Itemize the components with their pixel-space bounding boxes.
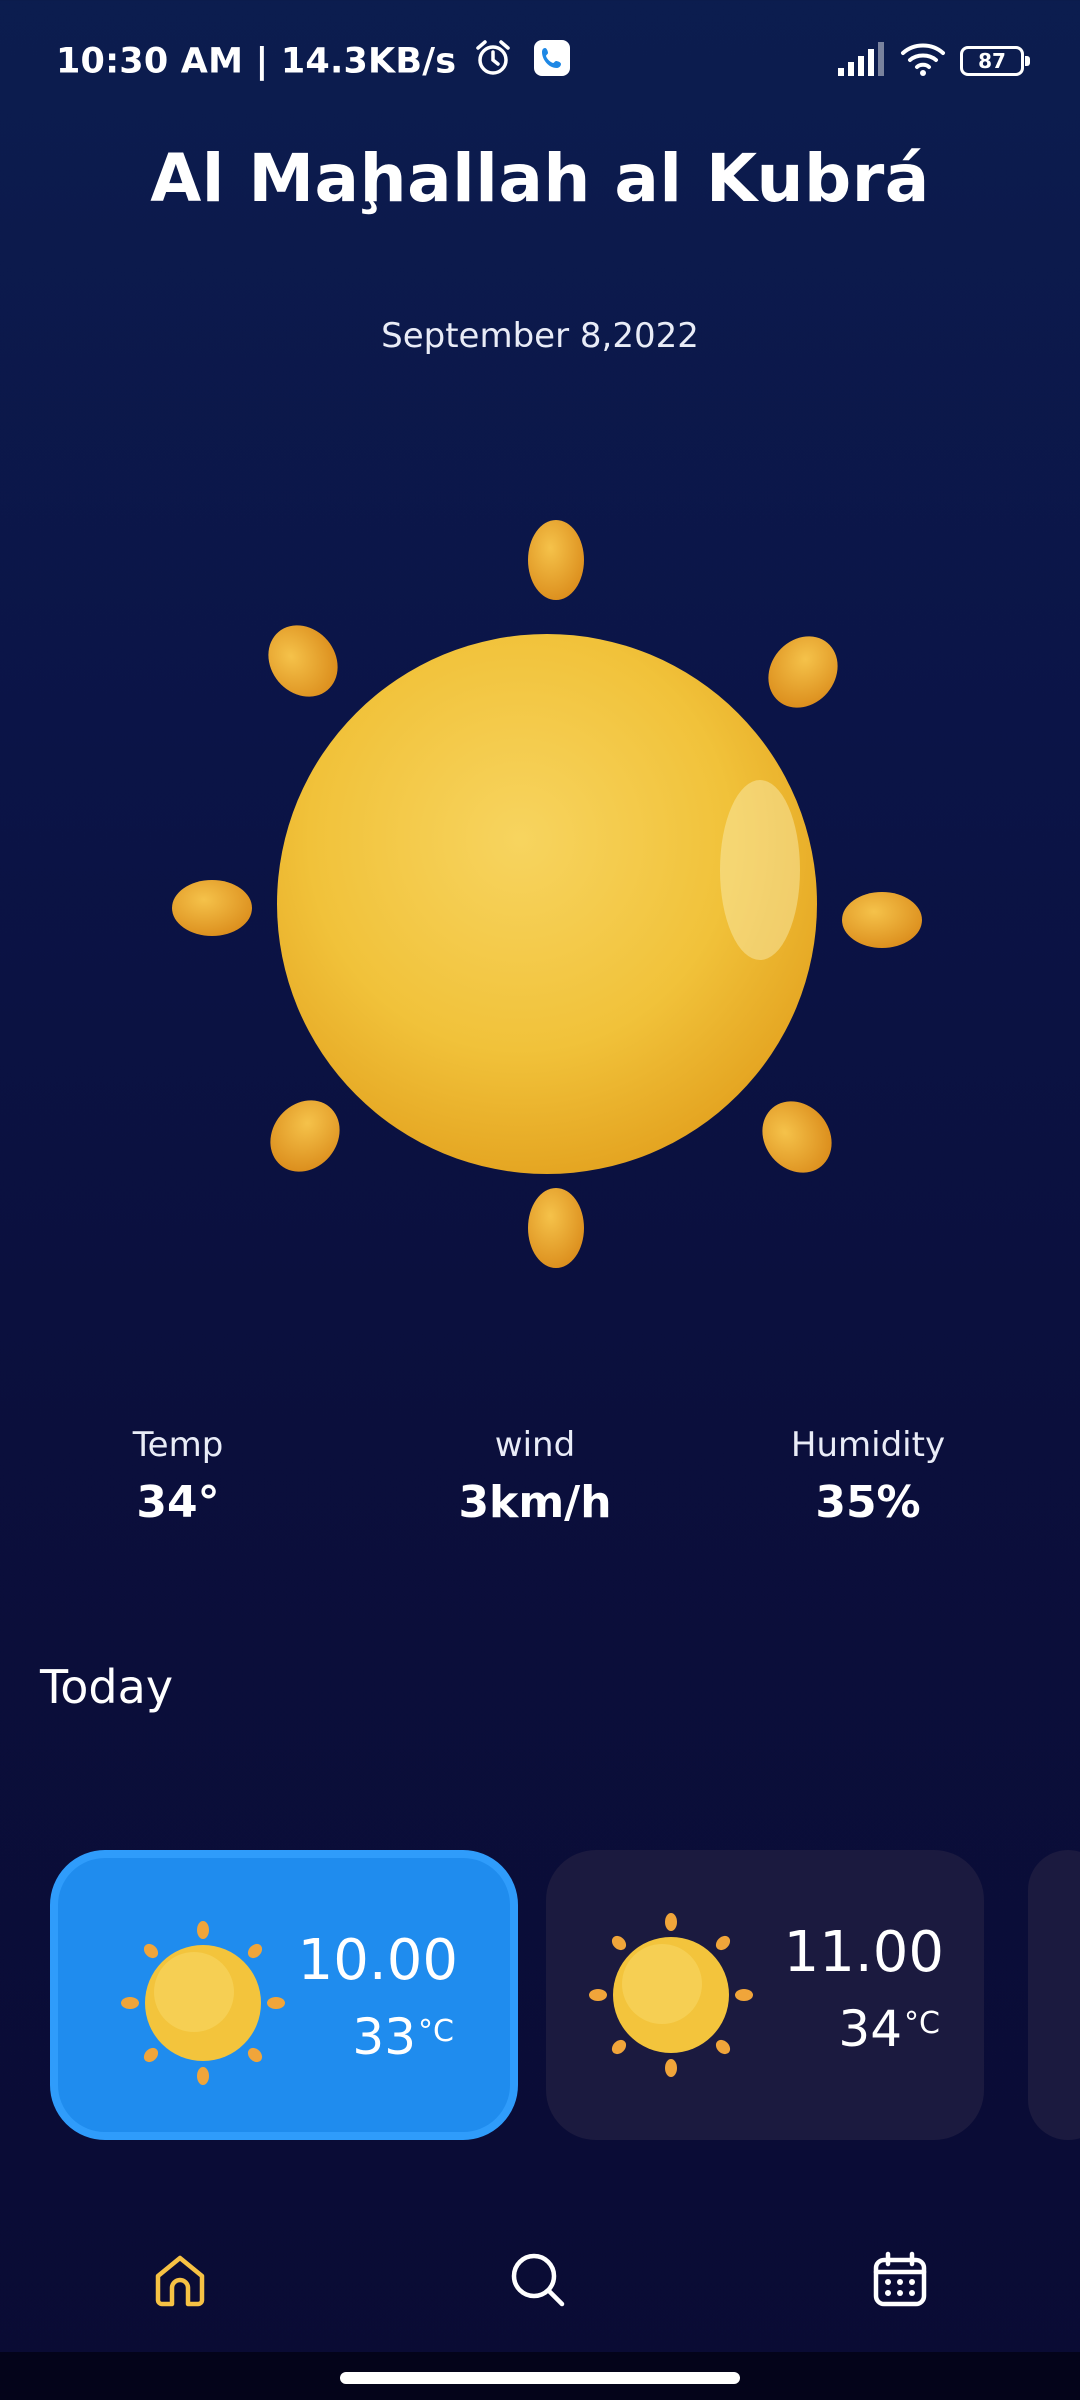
status-time: 10:30 AM | 14.3KB/s: [56, 38, 571, 87]
wifi-icon: [900, 41, 946, 81]
home-indicator[interactable]: [340, 2372, 740, 2384]
today-heading: Today: [40, 1660, 174, 1714]
signal-icon: [838, 42, 886, 80]
sun-icon: [121, 1921, 285, 2085]
stat-humidity-label: Humidity: [790, 1425, 946, 1465]
hourly-temp: 34°C: [838, 2000, 940, 2058]
sun-icon: [589, 1913, 753, 2077]
stat-humidity: Humidity 35%: [698, 1425, 1038, 1528]
hourly-card[interactable]: 11.00 34°C: [546, 1850, 984, 2140]
hourly-card-selected[interactable]: 10.00 33°C: [50, 1850, 518, 2140]
battery-icon: 87: [960, 46, 1030, 76]
stat-temp: Temp 34°: [8, 1425, 348, 1528]
battery-level: 87: [978, 49, 1006, 73]
stat-wind-label: wind: [494, 1425, 576, 1465]
phone-call-icon: [533, 39, 571, 86]
stat-wind-value: 3km/h: [458, 1477, 612, 1528]
search-icon[interactable]: [508, 2250, 568, 2310]
stat-temp-label: Temp: [132, 1425, 224, 1465]
home-icon[interactable]: [150, 2250, 210, 2310]
stat-wind: wind 3km/h: [365, 1425, 705, 1528]
stat-humidity-value: 35%: [815, 1477, 921, 1528]
status-right: 87: [838, 38, 1030, 84]
status-time-text: 10:30 AM | 14.3KB/s: [56, 41, 457, 82]
sun-icon: [172, 520, 922, 1268]
date-label: September 8,2022: [381, 316, 699, 356]
city-title: Al Maḩallah al Kubrá: [150, 140, 930, 217]
alarm-icon: [473, 38, 513, 87]
hourly-temp: 33°C: [352, 2008, 454, 2066]
calendar-icon[interactable]: [870, 2250, 930, 2310]
hourly-time: 11.00: [783, 1920, 944, 1985]
hourly-card-partial[interactable]: [1028, 1850, 1080, 2140]
hourly-time: 10.00: [297, 1928, 458, 1993]
stat-temp-value: 34°: [136, 1477, 220, 1528]
